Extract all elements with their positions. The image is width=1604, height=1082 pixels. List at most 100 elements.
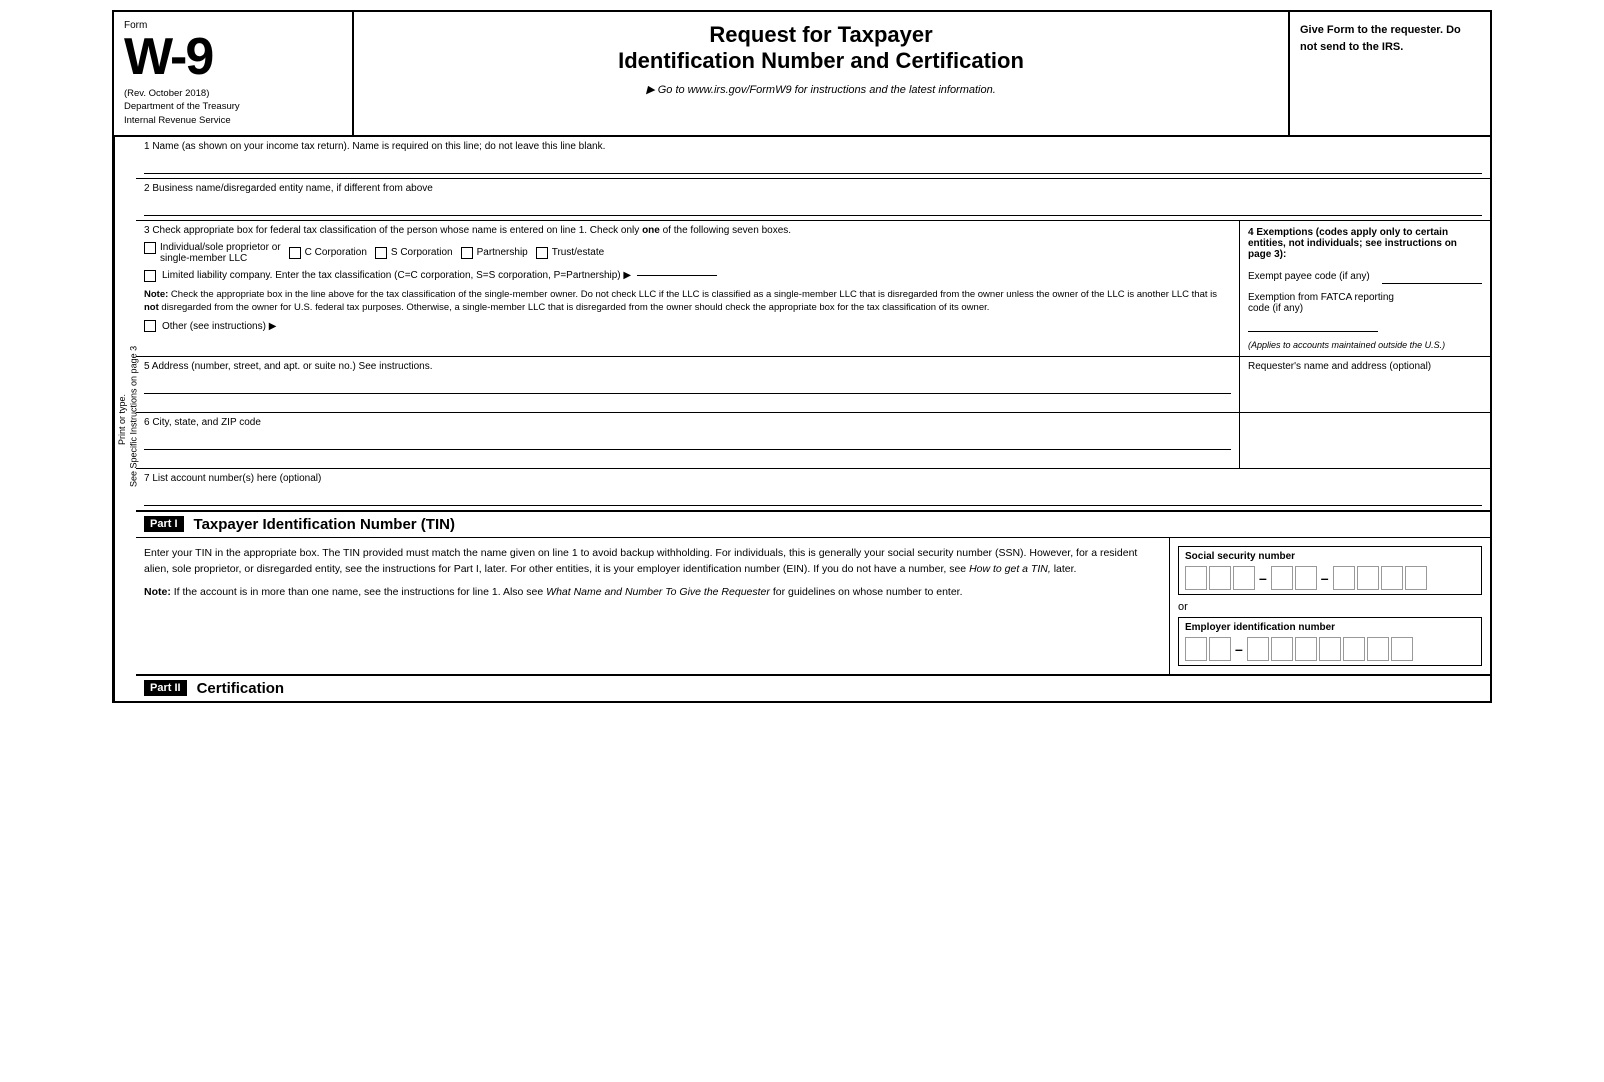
ssn-digit-3[interactable] bbox=[1233, 566, 1255, 590]
sidebar-line1: Print or type. bbox=[117, 141, 129, 697]
dept: Department of the Treasury bbox=[124, 100, 342, 113]
ein-digit-8[interactable] bbox=[1367, 637, 1389, 661]
part2-badge: Part II bbox=[144, 680, 187, 696]
exempt-payee-input[interactable] bbox=[1382, 270, 1482, 284]
checkbox-llc-box[interactable] bbox=[144, 270, 156, 282]
ssn-digit-5[interactable] bbox=[1295, 566, 1317, 590]
checkbox-s-corp-box[interactable] bbox=[375, 247, 387, 259]
row3-left: 3 Check appropriate box for federal tax … bbox=[136, 221, 1240, 356]
exempt-payee-row: Exempt payee code (if any) bbox=[1248, 270, 1482, 284]
checkbox-partnership: Partnership bbox=[461, 247, 528, 259]
field5-input[interactable] bbox=[144, 376, 1231, 394]
field3-label: 3 Check appropriate box for federal tax … bbox=[144, 225, 1231, 236]
ein-box: Employer identification number – bbox=[1178, 617, 1482, 666]
ein-digit-6[interactable] bbox=[1319, 637, 1341, 661]
ssn-digit-4[interactable] bbox=[1271, 566, 1293, 590]
ein-dash: – bbox=[1235, 641, 1243, 657]
field1-row: 1 Name (as shown on your income tax retu… bbox=[136, 137, 1490, 179]
ssn-digit-8[interactable] bbox=[1381, 566, 1403, 590]
sidebar-line2: See Specific Instructions on page 3 bbox=[129, 141, 141, 691]
checkbox-other-box[interactable] bbox=[144, 320, 156, 332]
field2-input[interactable] bbox=[144, 198, 1482, 216]
field6-input[interactable] bbox=[144, 432, 1231, 450]
city-container: 6 City, state, and ZIP code bbox=[136, 413, 1490, 469]
ein-label: Employer identification number bbox=[1185, 622, 1475, 633]
exemptions-title: 4 Exemptions (codes apply only to certai… bbox=[1248, 227, 1482, 260]
fatca-input[interactable] bbox=[1248, 318, 1378, 332]
checkbox-trust: Trust/estate bbox=[536, 247, 604, 259]
checkbox-s-corp: S Corporation bbox=[375, 247, 453, 259]
part1-title: Taxpayer Identification Number (TIN) bbox=[194, 516, 455, 533]
header-info: (Rev. October 2018) Department of the Tr… bbox=[124, 87, 342, 127]
note-text: Note: Check the appropriate box in the l… bbox=[144, 288, 1231, 315]
ssn-box: Social security number – bbox=[1178, 546, 1482, 595]
exemptions-panel: 4 Exemptions (codes apply only to certai… bbox=[1240, 221, 1490, 356]
part1-badge: Part I bbox=[144, 516, 184, 532]
or-text: or bbox=[1178, 601, 1482, 613]
part1-left: Enter your TIN in the appropriate box. T… bbox=[136, 538, 1170, 674]
field7-input[interactable] bbox=[144, 488, 1482, 506]
field7-row: 7 List account number(s) here (optional) bbox=[136, 469, 1490, 512]
part1-header: Part I Taxpayer Identification Number (T… bbox=[136, 512, 1490, 538]
ssn-group2 bbox=[1271, 566, 1317, 590]
field6-label: 6 City, state, and ZIP code bbox=[144, 417, 1231, 428]
ssn-dash1: – bbox=[1259, 570, 1267, 586]
field6-area: 6 City, state, and ZIP code bbox=[136, 413, 1240, 468]
ein-digit-1[interactable] bbox=[1185, 637, 1207, 661]
fatca-applies: (Applies to accounts maintained outside … bbox=[1248, 340, 1482, 350]
checkbox-partnership-box[interactable] bbox=[461, 247, 473, 259]
ssn-digit-9[interactable] bbox=[1405, 566, 1427, 590]
ein-digit-5[interactable] bbox=[1295, 637, 1317, 661]
ssn-digit-7[interactable] bbox=[1357, 566, 1379, 590]
llc-input[interactable] bbox=[637, 275, 717, 276]
checkbox-trust-box[interactable] bbox=[536, 247, 548, 259]
checkbox-c-corp: C Corporation bbox=[289, 247, 367, 259]
header-left: Form W-9 (Rev. October 2018) Department … bbox=[114, 12, 354, 135]
requester-label: Requester's name and address (optional) bbox=[1248, 361, 1482, 372]
row3-container: 3 Check appropriate box for federal tax … bbox=[136, 221, 1490, 357]
ein-digit-9[interactable] bbox=[1391, 637, 1413, 661]
field2-label: 2 Business name/disregarded entity name,… bbox=[144, 183, 1482, 194]
ssn-digit-6[interactable] bbox=[1333, 566, 1355, 590]
ssn-digit-2[interactable] bbox=[1209, 566, 1231, 590]
ssn-digit-1[interactable] bbox=[1185, 566, 1207, 590]
sidebar: Print or type. See Specific Instructions… bbox=[114, 137, 136, 701]
ein-digit-7[interactable] bbox=[1343, 637, 1365, 661]
form-title: Request for Taxpayer Identification Numb… bbox=[374, 22, 1268, 75]
ein-digit-2[interactable] bbox=[1209, 637, 1231, 661]
part2-header: Part II Certification bbox=[136, 676, 1490, 701]
ssn-group1 bbox=[1185, 566, 1255, 590]
checkbox-individual-box[interactable] bbox=[144, 242, 156, 254]
ssn-label: Social security number bbox=[1185, 551, 1475, 562]
header-right: Give Form to the requester. Do not send … bbox=[1290, 12, 1490, 135]
other-row: Other (see instructions) ▶ bbox=[144, 320, 1231, 332]
ein-group1 bbox=[1185, 637, 1231, 661]
irs: Internal Revenue Service bbox=[124, 114, 342, 127]
part1-note: Note: If the account is in more than one… bbox=[144, 585, 1161, 601]
ssn-fields: – – bbox=[1185, 566, 1475, 590]
goto-text: ▶ Go to www.irs.gov/FormW9 for instructi… bbox=[374, 83, 1268, 96]
ein-fields: – bbox=[1185, 637, 1475, 661]
field5-label: 5 Address (number, street, and apt. or s… bbox=[144, 361, 1231, 372]
checkbox-individual: Individual/sole proprietor or single-mem… bbox=[144, 242, 281, 264]
ssn-dash2: – bbox=[1321, 570, 1329, 586]
field2-row: 2 Business name/disregarded entity name,… bbox=[136, 179, 1490, 221]
part1-content: Enter your TIN in the appropriate box. T… bbox=[136, 538, 1490, 676]
field1-input[interactable] bbox=[144, 156, 1482, 174]
part1-right: Social security number – bbox=[1170, 538, 1490, 674]
part2-title: Certification bbox=[197, 680, 285, 697]
requester-area: Requester's name and address (optional) bbox=[1240, 357, 1490, 412]
ein-digit-3[interactable] bbox=[1247, 637, 1269, 661]
form-fields: 1 Name (as shown on your income tax retu… bbox=[136, 137, 1490, 701]
ein-group2 bbox=[1247, 637, 1413, 661]
rev-date: (Rev. October 2018) bbox=[124, 87, 342, 100]
ssn-group3 bbox=[1333, 566, 1427, 590]
field7-label: 7 List account number(s) here (optional) bbox=[144, 473, 1482, 484]
w9-form: Form W-9 (Rev. October 2018) Department … bbox=[112, 10, 1492, 703]
form-body: Print or type. See Specific Instructions… bbox=[114, 137, 1490, 701]
llc-row: Limited liability company. Enter the tax… bbox=[144, 270, 1231, 282]
header-center: Request for Taxpayer Identification Numb… bbox=[354, 12, 1290, 135]
field5-area: 5 Address (number, street, and apt. or s… bbox=[136, 357, 1240, 412]
checkbox-c-corp-box[interactable] bbox=[289, 247, 301, 259]
ein-digit-4[interactable] bbox=[1271, 637, 1293, 661]
